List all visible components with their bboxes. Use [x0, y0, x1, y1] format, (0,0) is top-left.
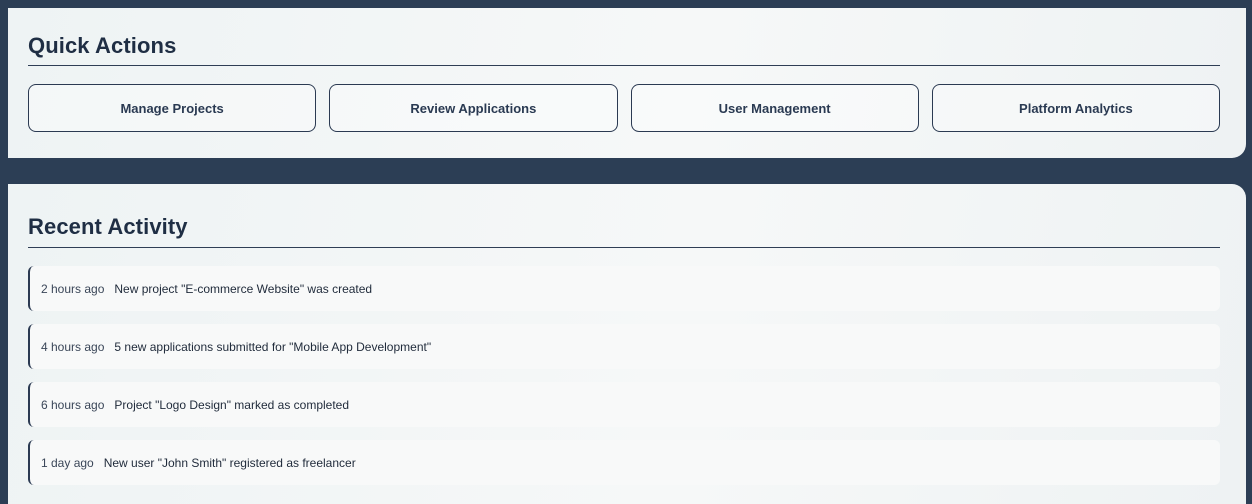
- activity-text: New project "E-commerce Website" was cre…: [114, 281, 373, 296]
- quick-actions-buttons: Manage Projects Review Applications User…: [28, 84, 1220, 132]
- activity-text: 5 new applications submitted for "Mobile…: [114, 339, 432, 354]
- recent-activity-title: Recent Activity: [28, 214, 188, 239]
- activity-item: 2 hours ago New project "E-commerce Webs…: [28, 266, 1220, 311]
- quick-actions-title: Quick Actions: [28, 33, 177, 58]
- platform-analytics-button[interactable]: Platform Analytics: [931, 84, 1220, 132]
- recent-activity-panel: Recent Activity 2 hours ago New project …: [8, 184, 1246, 504]
- activity-list: 2 hours ago New project "E-commerce Webs…: [28, 266, 1220, 498]
- recent-activity-divider: [28, 247, 1220, 248]
- activity-item: 4 hours ago 5 new applications submitted…: [28, 324, 1220, 369]
- quick-actions-divider: [28, 65, 1220, 66]
- activity-item: 1 day ago New user "John Smith" register…: [28, 440, 1220, 485]
- activity-time: 6 hours ago: [41, 397, 105, 412]
- activity-time: 4 hours ago: [41, 339, 105, 354]
- user-management-button[interactable]: User Management: [630, 84, 919, 132]
- activity-text: Project "Logo Design" marked as complete…: [114, 397, 350, 412]
- activity-item: 6 hours ago Project "Logo Design" marked…: [28, 382, 1220, 427]
- activity-time: 2 hours ago: [41, 281, 105, 296]
- activity-text: New user "John Smith" registered as free…: [103, 455, 356, 470]
- activity-time: 1 day ago: [41, 455, 94, 470]
- quick-actions-panel: Quick Actions Manage Projects Review App…: [8, 8, 1246, 158]
- manage-projects-button[interactable]: Manage Projects: [28, 84, 317, 132]
- review-applications-button[interactable]: Review Applications: [329, 84, 618, 132]
